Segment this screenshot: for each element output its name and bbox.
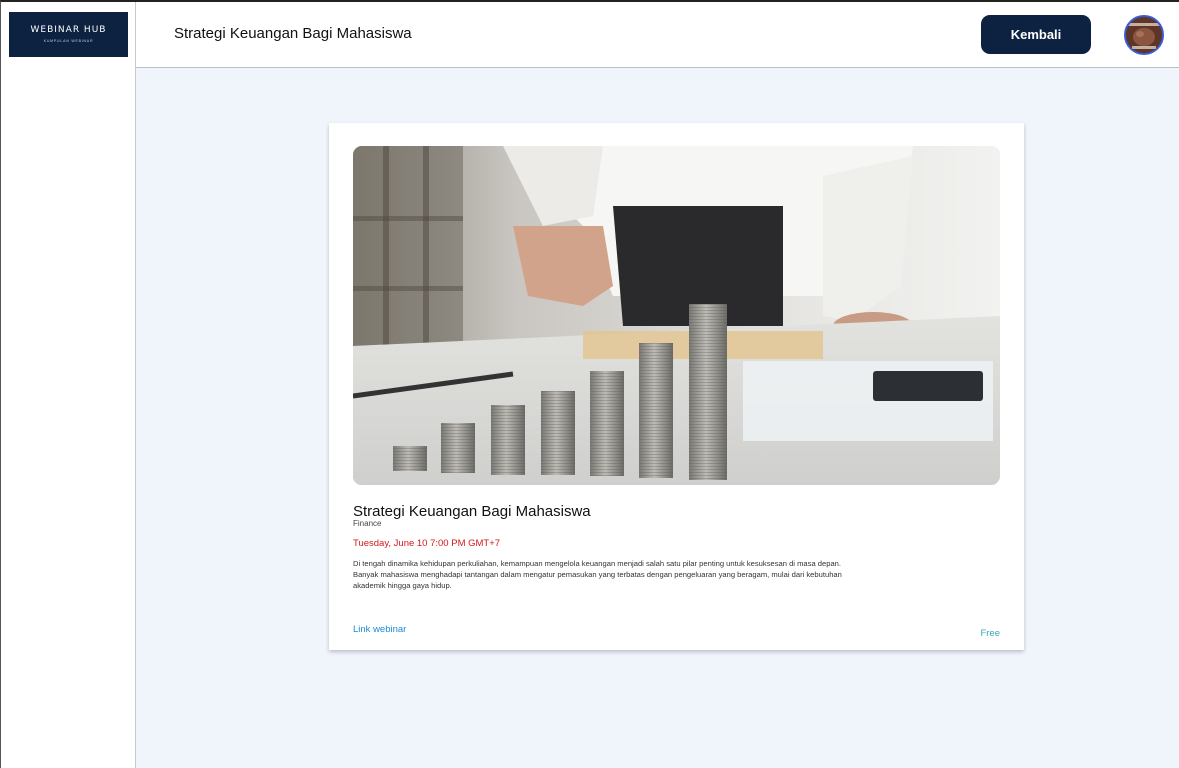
webinar-description: Di tengah dinamika kehidupan perkuliahan… (353, 559, 842, 590)
webinar-hub-logo[interactable]: WEBINAR HUB KUMPULAN WEBINAR (9, 12, 128, 57)
coin-stacks-photo (353, 146, 1000, 485)
back-button[interactable]: Kembali (981, 15, 1091, 54)
webinar-date: Tuesday, June 10 7:00 PM GMT+7 (353, 538, 501, 549)
top-bar: Strategi Keuangan Bagi Mahasiswa Kembali (136, 2, 1179, 68)
logo-subtitle: KUMPULAN WEBINAR (43, 39, 94, 43)
webinar-link[interactable]: Link webinar (353, 624, 406, 635)
webinar-card: Strategi Keuangan Bagi Mahasiswa Finance… (329, 123, 1024, 650)
webinar-title: Strategi Keuangan Bagi Mahasiswa (353, 503, 591, 520)
user-avatar-icon[interactable] (1124, 15, 1164, 55)
logo-title: WEBINAR HUB (30, 25, 107, 35)
webinar-category: Finance (353, 519, 382, 528)
page-title: Strategi Keuangan Bagi Mahasiswa (174, 25, 412, 42)
price-label: Free (980, 628, 1000, 639)
sidebar: WEBINAR HUB KUMPULAN WEBINAR (1, 2, 136, 768)
